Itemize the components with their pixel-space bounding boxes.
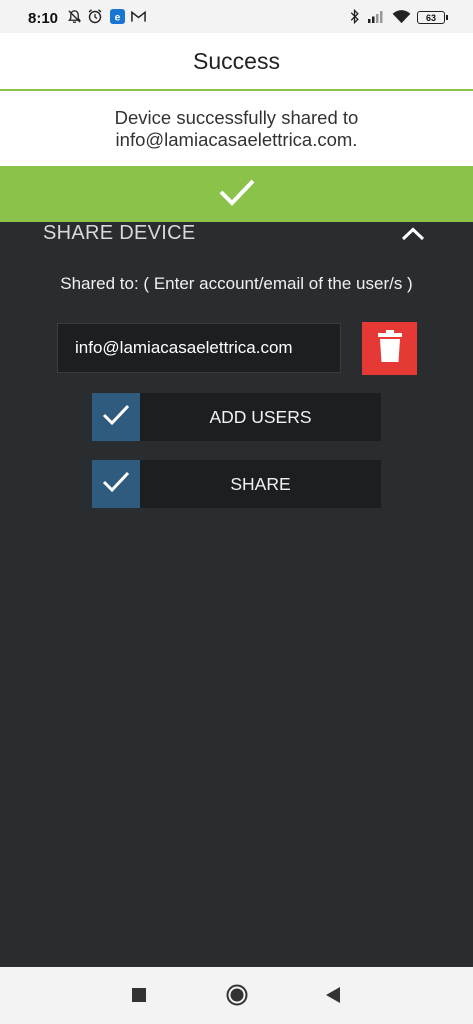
system-nav-bar bbox=[0, 967, 473, 1024]
back-triangle-icon[interactable] bbox=[323, 984, 343, 1006]
checkmark-icon bbox=[102, 471, 130, 498]
share-label: SHARE bbox=[230, 473, 291, 494]
signal-icon bbox=[366, 8, 386, 24]
shared-to-label: Shared to: ( Enter account/email of the … bbox=[60, 274, 413, 293]
alarm-icon bbox=[87, 8, 103, 24]
share-device-title: SHARE DEVICE bbox=[43, 222, 196, 244]
dialog-message: Device successfully shared to info@lamia… bbox=[114, 106, 359, 150]
battery-icon: 63 bbox=[417, 11, 448, 24]
share-device-header[interactable]: SHARE DEVICE bbox=[0, 222, 473, 250]
add-users-checkbox[interactable] bbox=[92, 393, 140, 441]
status-time: 8:10 bbox=[28, 10, 59, 27]
share-checkbox[interactable] bbox=[92, 460, 140, 508]
share-button[interactable]: SHARE bbox=[92, 460, 381, 508]
checkmark-icon bbox=[102, 404, 130, 431]
gmail-icon bbox=[130, 8, 146, 24]
app-e-icon: e bbox=[109, 8, 125, 24]
trash-icon bbox=[377, 330, 403, 367]
battery-level: 63 bbox=[425, 12, 436, 23]
chevron-up-icon[interactable] bbox=[398, 224, 428, 244]
recents-square-icon[interactable] bbox=[130, 984, 148, 1006]
add-users-button[interactable]: ADD USERS bbox=[92, 393, 381, 441]
dialog-ok-button[interactable] bbox=[0, 166, 473, 222]
add-users-label: ADD USERS bbox=[209, 406, 312, 427]
home-circle-icon[interactable] bbox=[225, 984, 249, 1006]
status-bar: 8:10 e 63 bbox=[0, 0, 473, 33]
checkmark-icon bbox=[218, 177, 256, 212]
svg-text:e: e bbox=[114, 12, 120, 23]
email-input[interactable] bbox=[57, 323, 341, 373]
dialog-title-bar: Success bbox=[0, 33, 473, 91]
bell-off-icon bbox=[66, 8, 82, 24]
bluetooth-icon bbox=[349, 8, 361, 24]
wifi-icon bbox=[391, 8, 411, 24]
dialog-title: Success bbox=[193, 47, 280, 74]
delete-button[interactable] bbox=[362, 322, 417, 375]
dialog-message-area: Device successfully shared to info@lamia… bbox=[0, 91, 473, 166]
